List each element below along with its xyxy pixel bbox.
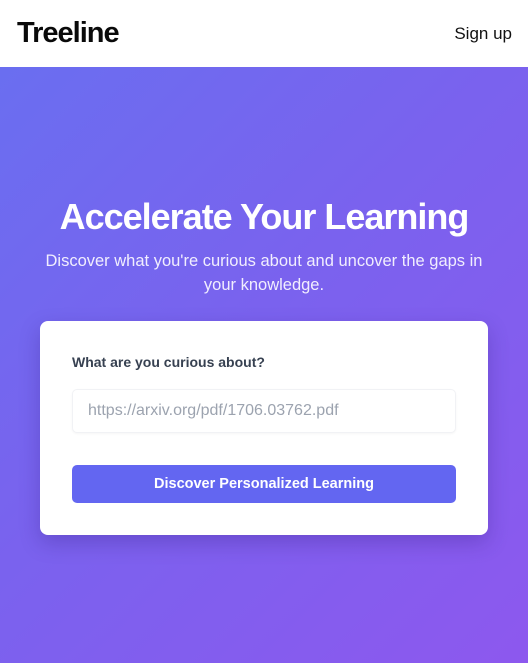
hero-subtitle: Discover what you're curious about and u…: [45, 252, 483, 294]
hero-section: Accelerate Your Learning Discover what y…: [0, 67, 528, 663]
hero-title: Accelerate Your Learning: [59, 196, 470, 237]
discover-button[interactable]: Discover Personalized Learning: [72, 465, 456, 503]
curiosity-url-input[interactable]: [72, 389, 456, 433]
curiosity-form-card: What are you curious about? Discover Per…: [40, 321, 488, 535]
top-navbar: Treeline Sign up: [0, 0, 528, 67]
treeline-logo[interactable]: Treeline: [17, 19, 120, 48]
signup-link[interactable]: Sign up: [454, 24, 512, 44]
curiosity-input-label: What are you curious about?: [72, 354, 265, 370]
